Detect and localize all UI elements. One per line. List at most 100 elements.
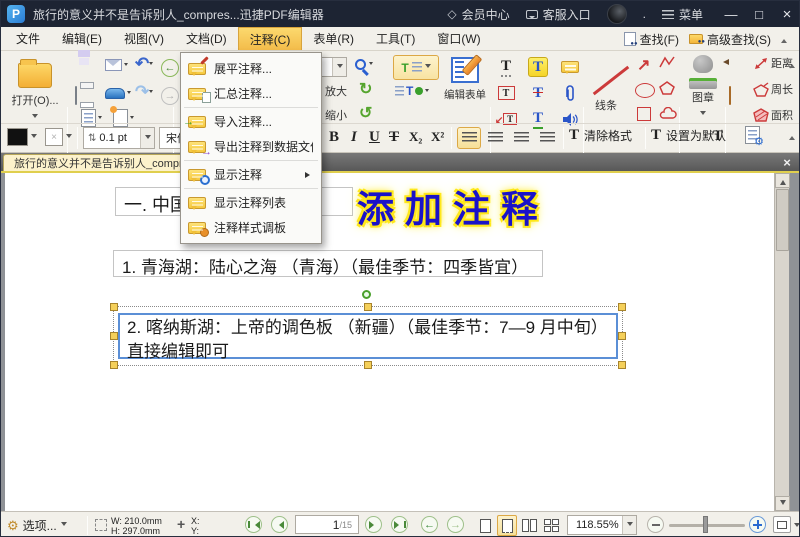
stroke-color-picker[interactable] (7, 128, 37, 146)
textbox-tool-button[interactable]: T (493, 81, 519, 105)
two-page-layout-button[interactable] (519, 515, 539, 536)
zoom-combo-caret[interactable] (332, 58, 346, 76)
zoom-out-button[interactable]: 缩小 (325, 107, 347, 123)
close-document-icon[interactable]: × (779, 154, 795, 170)
polygon-tool-button[interactable] (659, 81, 675, 101)
menu-tools[interactable]: 工具(T) (365, 27, 426, 50)
line-tool-button[interactable] (589, 65, 635, 99)
resize-handle-sw[interactable] (110, 361, 118, 369)
doc-textbox-selected[interactable]: 2. 喀纳斯湖：上帝的调色板 （新疆）（最佳季节：7—9 月中旬） 直接编辑即可 (118, 313, 618, 359)
next-view-button[interactable]: → (161, 87, 179, 105)
ellipse-tool-button[interactable] (635, 83, 655, 98)
menu-item-import-annotations[interactable]: → 导入注释... (181, 109, 321, 134)
pdf-page[interactable]: 一. 中国 添加注释 1. 青海湖：陆心之海 （青海）（最佳季节：四季皆宜） 2… (5, 173, 774, 511)
menu-item-summarize-annotations[interactable]: 汇总注释... (181, 81, 321, 106)
zoom-out-slider-button[interactable] (647, 516, 664, 533)
zoom-tool-button[interactable] (355, 59, 373, 70)
statusbar-zoom-caret[interactable] (622, 516, 636, 534)
first-page-button[interactable] (245, 516, 262, 533)
rotate-left-button[interactable]: ↺ (359, 103, 372, 123)
find-button[interactable]: ●● 查找(F) (624, 31, 679, 48)
scroll-down-button[interactable] (775, 496, 790, 511)
polyline-tool-button[interactable] (659, 55, 675, 74)
scan-button[interactable] (105, 88, 131, 99)
align-left-button[interactable] (457, 127, 481, 149)
perimeter-tool-button[interactable]: 周长 (753, 81, 793, 97)
zoom-in-button[interactable]: 放大 (325, 83, 347, 99)
resize-handle-nw[interactable] (110, 303, 118, 311)
collapse-menubar-icon[interactable] (781, 36, 787, 43)
selection-bounds[interactable]: 2. 喀纳斯湖：上帝的调色板 （新疆）（最佳季节：7—9 月中旬） 直接编辑即可 (113, 306, 623, 366)
menu-file[interactable]: 文件 (5, 27, 51, 50)
menu-form[interactable]: 表单(R) (302, 27, 365, 50)
annotation-properties-button[interactable]: ⚙ (745, 126, 760, 149)
app-menu-button[interactable]: 菜单 (654, 1, 711, 27)
previous-page-button[interactable] (271, 516, 288, 533)
edit-content-button-active[interactable]: T (393, 55, 439, 80)
continuous-layout-button[interactable] (497, 515, 517, 536)
vertical-scrollbar[interactable] (774, 173, 789, 511)
rectangle-tool-button[interactable] (637, 107, 651, 121)
customer-service-button[interactable]: 客服入口 (518, 1, 599, 27)
redo-button[interactable]: ↷ (135, 82, 153, 102)
zoom-slider-thumb[interactable] (703, 516, 708, 533)
align-justify-button[interactable] (535, 127, 559, 149)
open-button[interactable]: 打开(O)... (7, 57, 63, 126)
scrollbar-thumb[interactable] (776, 189, 789, 251)
menu-item-show-annotation-list[interactable]: 显示注释列表 (181, 190, 321, 215)
sticky-note-button[interactable] (557, 55, 583, 79)
attach-file-button[interactable] (557, 81, 583, 105)
clear-format-button[interactable]: T 清除格式 (569, 127, 632, 144)
stroke-width-caret[interactable] (140, 128, 154, 148)
scroll-up-button[interactable] (775, 173, 790, 188)
options-button[interactable]: ⚙ 选项... (7, 517, 67, 534)
print-button[interactable] (75, 87, 77, 105)
add-text-image-button[interactable]: T (395, 84, 429, 98)
undo-button[interactable]: ↶ (135, 54, 153, 74)
rotate-right-button[interactable]: ↻ (359, 79, 372, 99)
align-center-button[interactable] (483, 127, 507, 149)
two-page-continuous-button[interactable] (541, 515, 561, 536)
align-right-button[interactable] (509, 127, 533, 149)
superscript-button[interactable]: X² (431, 129, 444, 145)
bold-button[interactable]: B (329, 129, 339, 146)
menu-item-annotation-style-palette[interactable]: 注释样式调板 (181, 215, 321, 240)
menu-item-flatten-annotations[interactable]: 展平注释... (181, 56, 321, 81)
stamp-button[interactable]: 图章 (685, 55, 721, 123)
advanced-find-button[interactable]: ●● 高级查找(S) (689, 31, 771, 48)
strikethrough-button[interactable]: T (389, 129, 399, 146)
resize-handle-w[interactable] (110, 332, 118, 340)
doc-textbox-item1[interactable]: 1. 青海湖：陆心之海 （青海）（最佳季节：四季皆宜） (113, 250, 543, 277)
collapse-formatbar-icon[interactable] (789, 133, 795, 140)
email-button[interactable] (105, 59, 128, 71)
minimize-button[interactable]: — (717, 1, 745, 27)
highlight-text-button[interactable]: T (525, 55, 551, 79)
typewriter-tool-button[interactable]: T (493, 55, 519, 79)
single-page-layout-button[interactable] (475, 515, 495, 536)
zoom-in-slider-button[interactable] (749, 516, 766, 533)
member-center-button[interactable]: ◇ 会员中心 (439, 1, 517, 27)
fit-page-button[interactable] (773, 516, 791, 533)
fill-color-picker[interactable]: × (45, 128, 72, 146)
distance-tool-button[interactable]: 距离 (753, 55, 793, 71)
italic-button[interactable]: I (351, 129, 357, 146)
menu-item-show-annotations[interactable]: 显示注释 (181, 162, 321, 187)
menu-annotation[interactable]: 注释(C) (238, 27, 303, 50)
menu-item-export-annotations[interactable]: → 导出注释到数据文件... (181, 134, 321, 159)
menu-document[interactable]: 文档(D) (175, 27, 238, 50)
maximize-button[interactable]: □ (745, 1, 773, 27)
prev-view-button[interactable]: ← (161, 59, 179, 77)
menu-view[interactable]: 视图(V) (113, 27, 175, 50)
resize-handle-e[interactable] (618, 332, 626, 340)
stroke-width-stepper[interactable]: ⇅ 0.1 pt (83, 127, 155, 149)
area-tool-button[interactable]: 面积 (753, 107, 793, 123)
close-button[interactable]: × (773, 1, 800, 27)
eraser-tool-button[interactable] (729, 87, 731, 105)
view-back-button[interactable]: ← (421, 516, 438, 533)
arrow-tool-button[interactable]: ↗ (637, 55, 650, 75)
subscript-button[interactable]: X₂ (409, 129, 422, 145)
underline-button[interactable]: U (369, 129, 380, 146)
next-page-button[interactable] (365, 516, 382, 533)
menu-edit[interactable]: 编辑(E) (51, 27, 113, 50)
rotate-handle[interactable] (362, 290, 371, 299)
